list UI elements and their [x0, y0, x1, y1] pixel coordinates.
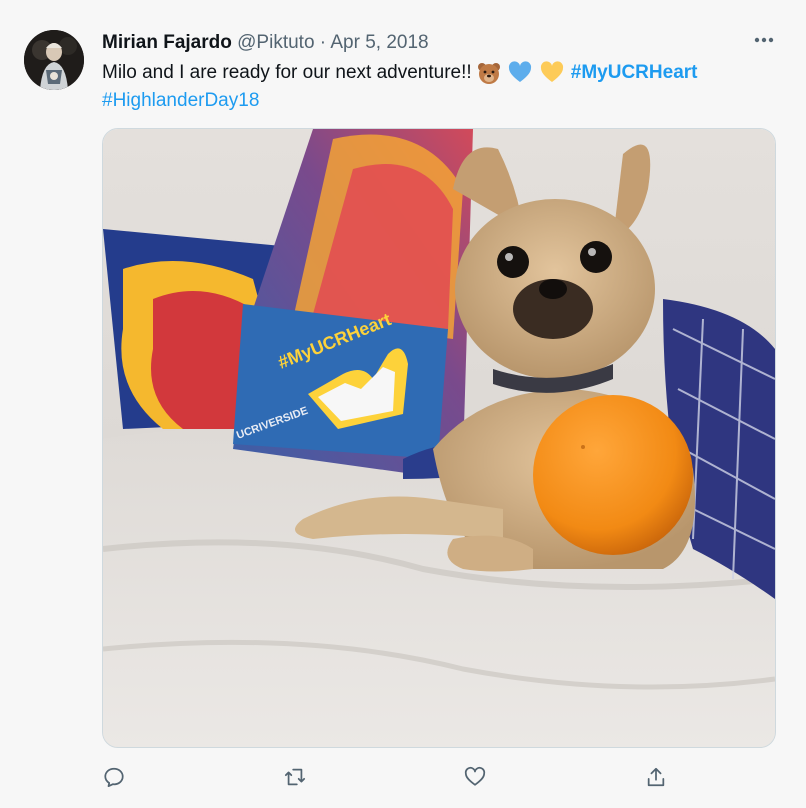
author-name[interactable]: Mirian Fajardo: [102, 32, 232, 53]
blue-heart-icon: [508, 61, 532, 85]
author-avatar[interactable]: [24, 30, 84, 90]
hashtag-myucrheart[interactable]: #MyUCRHeart: [571, 62, 698, 83]
header-separator: ·: [319, 32, 327, 53]
tweet-text: Milo and I are ready for our next advent…: [102, 59, 762, 115]
bear-face-icon: [477, 61, 501, 85]
like-icon[interactable]: [458, 760, 492, 794]
retweet-icon[interactable]: [278, 760, 312, 794]
more-options-icon[interactable]: [748, 30, 780, 50]
hashtag-highlanderday18[interactable]: #HighlanderDay18: [102, 90, 259, 111]
avatar-image: [24, 30, 84, 90]
photo-image: #MyUCRHeart UCRIVERSIDE: [103, 129, 775, 747]
tweet-photo[interactable]: #MyUCRHeart UCRIVERSIDE: [102, 128, 776, 748]
share-icon[interactable]: [639, 760, 673, 794]
reply-icon[interactable]: [97, 760, 131, 794]
tweet-message: Milo and I are ready for our next advent…: [102, 62, 472, 83]
tweet-date[interactable]: Apr 5, 2018: [330, 32, 428, 53]
tweet-actions: [0, 752, 806, 800]
tweet-header: Mirian Fajardo @Piktuto · Apr 5, 2018: [102, 31, 429, 55]
yellow-heart-icon: [540, 61, 564, 85]
author-handle[interactable]: @Piktuto: [237, 32, 314, 53]
